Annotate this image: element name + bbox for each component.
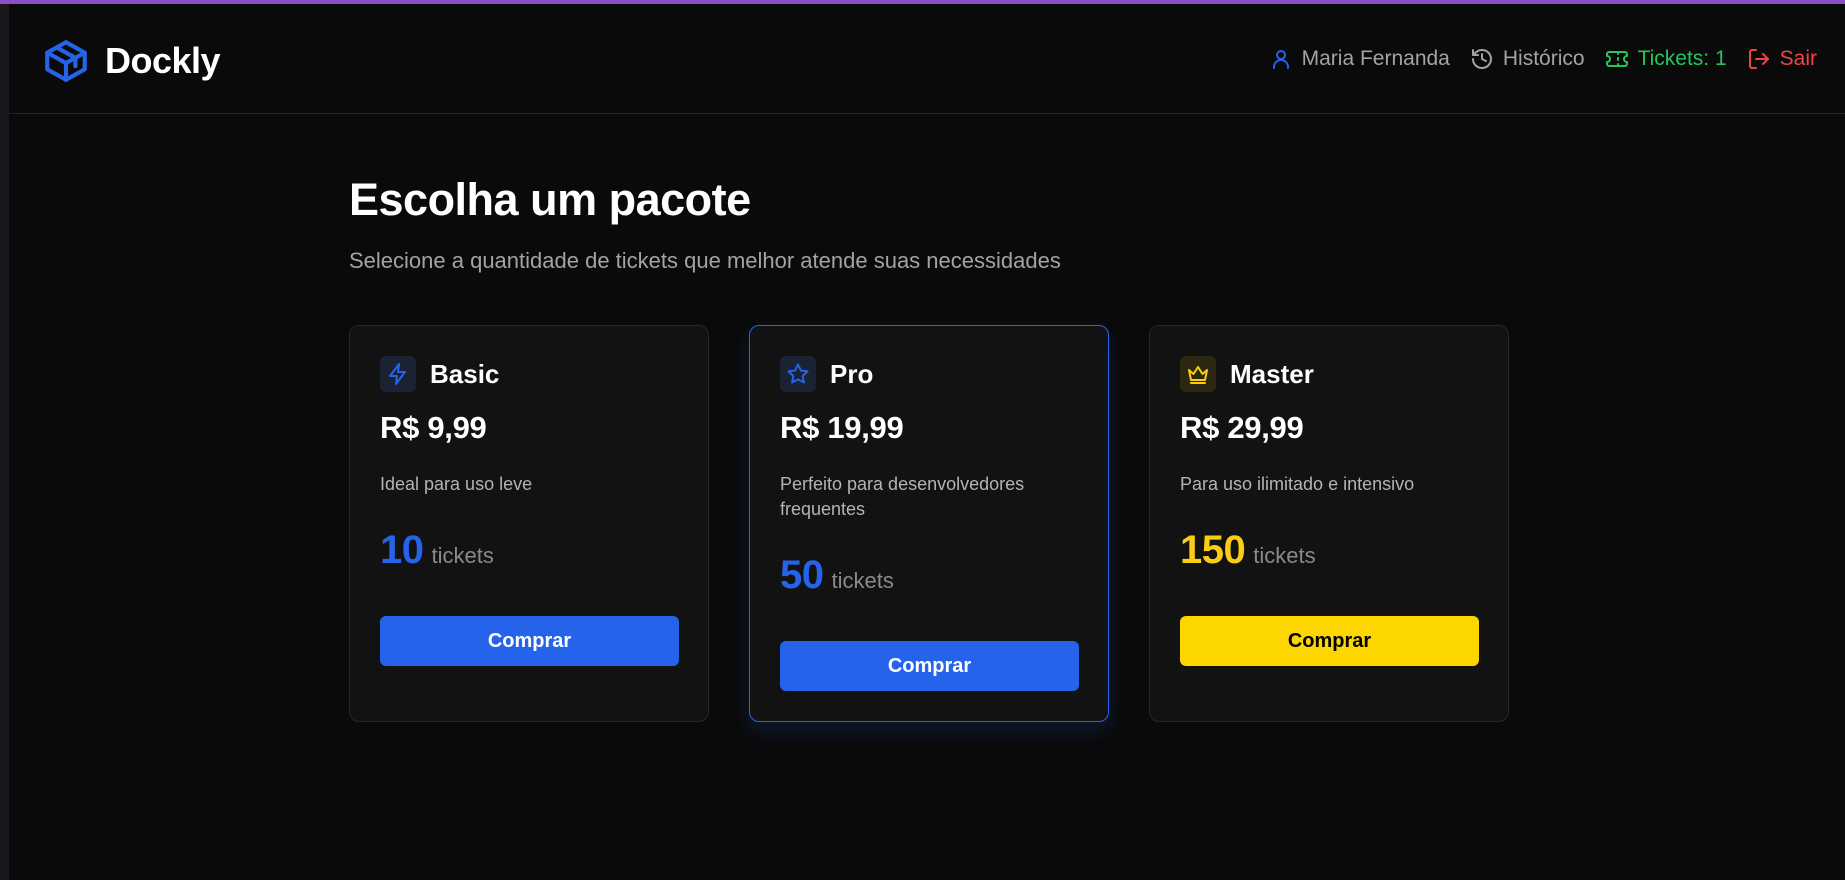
ticket-unit: tickets [831,568,894,593]
star-icon [787,363,809,384]
package-card-basic: Basic R$ 9,99 Ideal para uso leve 10 tic… [349,325,709,722]
package-name: Pro [830,358,874,389]
brand-logo-link[interactable]: Dockly [41,36,221,86]
package-quantity: 10 tickets [380,528,494,573]
history-icon [1471,49,1492,69]
ticket-unit: tickets [431,543,494,568]
box-icon [45,40,87,82]
package-description: Ideal para uso leve [380,474,533,494]
package-quantity: 50 tickets [780,553,894,598]
history-link[interactable]: Histórico [1470,47,1585,71]
card-icon-badge [380,356,416,392]
card-header: Pro [780,356,873,392]
ticket-count: 150 [1180,528,1246,572]
card-header: Basic [380,356,499,392]
brand-name: Dockly [105,40,221,81]
lightning-icon [389,363,406,385]
package-quantity: 150 tickets [1180,528,1316,573]
ticket-icon [1605,51,1628,67]
card-icon-badge [780,356,816,392]
buy-basic-button[interactable]: Comprar [380,616,679,666]
tickets-balance-link[interactable]: Tickets: 1 [1605,47,1727,71]
package-price: R$ 19,99 [780,410,904,445]
package-price: R$ 9,99 [380,410,487,445]
logout-label: Sair [1779,47,1817,70]
logout-button[interactable]: Sair [1747,47,1817,71]
page-subtitle: Selecione a quantidade de tickets que me… [349,248,1061,273]
user-nav: Maria Fernanda Histórico Tickets: 1 Sair [1269,47,1817,71]
package-description: Para uso ilimitado e intensivo [1180,474,1415,494]
package-card-master: Master R$ 29,99 Para uso ilimitado e int… [1149,325,1509,722]
logout-icon [1748,49,1769,69]
card-icon-badge [1180,356,1216,392]
app-root: Dockly Maria Fernanda Histórico Tickets:… [9,4,1845,880]
ticket-count: 10 [380,528,424,572]
package-name: Master [1230,358,1314,389]
buy-pro-button[interactable]: Comprar [780,641,1079,691]
tickets-balance-label: Tickets: 1 [1637,47,1727,70]
crown-icon [1188,366,1208,384]
package-price: R$ 29,99 [1180,410,1304,445]
package-cards: Basic R$ 9,99 Ideal para uso leve 10 tic… [349,325,1509,725]
package-name: Basic [430,358,500,389]
ticket-count: 50 [780,553,824,597]
package-description: Perfeito para desenvolvedores frequentes [780,474,1025,519]
user-icon [1272,50,1289,69]
buy-master-button[interactable]: Comprar [1180,616,1479,666]
user-profile-link[interactable]: Maria Fernanda [1269,47,1450,71]
packages-section: Escolha um pacote Selecione a quantidade… [349,174,1529,722]
page-title: Escolha um pacote [349,174,751,225]
user-name-label: Maria Fernanda [1301,47,1450,70]
ticket-unit: tickets [1253,543,1316,568]
top-navbar: Dockly Maria Fernanda Histórico Tickets:… [9,4,1845,114]
package-card-pro: Pro R$ 19,99 Perfeito para desenvolvedor… [749,325,1109,722]
history-label: Histórico [1502,47,1585,70]
card-header: Master [1180,356,1314,392]
window-edge [0,4,9,880]
